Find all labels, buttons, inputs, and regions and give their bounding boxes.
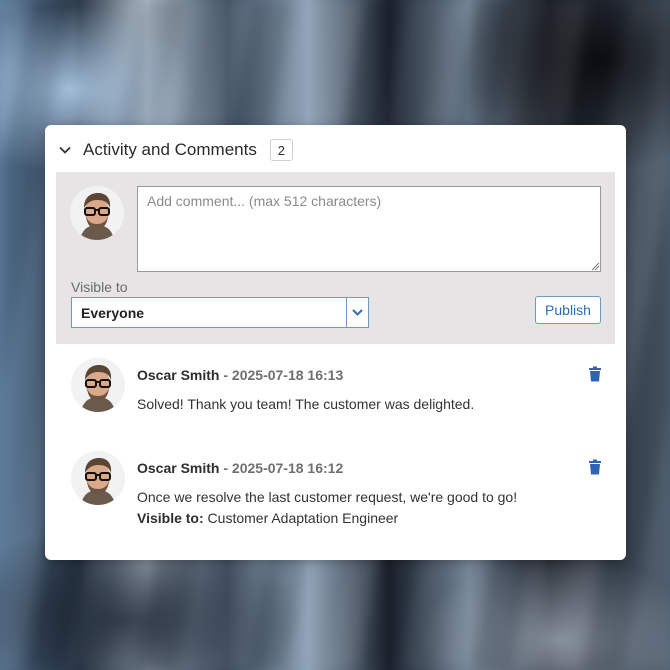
trash-icon[interactable] (588, 459, 602, 475)
comment-date: - 2025-07-18 16:12 (219, 460, 344, 476)
comment-visibility-label: Visible to: (137, 510, 204, 526)
avatar (70, 186, 124, 240)
comment-date: - 2025-07-18 16:13 (219, 367, 344, 383)
comment-meta: Oscar Smith - 2025-07-18 16:12 (137, 460, 343, 476)
comment-author: Oscar Smith (137, 367, 220, 383)
visibility-select[interactable]: Everyone (71, 297, 369, 328)
avatar (71, 358, 125, 412)
comment-meta: Oscar Smith - 2025-07-18 16:13 (137, 367, 343, 383)
comment-text: Once we resolve the last customer reques… (137, 489, 518, 505)
chevron-down-icon[interactable] (57, 142, 73, 158)
avatar-image (71, 451, 125, 505)
panel-header: Activity and Comments 2 (57, 137, 614, 163)
comment-author: Oscar Smith (137, 460, 220, 476)
comment-visibility-value: Customer Adaptation Engineer (203, 510, 399, 526)
panel-title: Activity and Comments (83, 140, 257, 159)
comment-text: Solved! Thank you team! The customer was… (137, 396, 475, 412)
chevron-down-icon (352, 309, 363, 316)
avatar (71, 451, 125, 505)
comment-count-badge: 2 (269, 139, 293, 161)
visibility-select-value[interactable]: Everyone (72, 298, 346, 327)
comment-visibility: Visible to: Customer Adaptation Engineer (137, 510, 398, 526)
visible-to-label: Visible to (71, 279, 128, 295)
avatar-image (70, 186, 124, 240)
trash-icon[interactable] (588, 366, 602, 382)
publish-button[interactable]: Publish (535, 296, 601, 324)
dropdown-button[interactable] (346, 298, 368, 327)
activity-panel: Activity and Comments 2 Visible to Every… (45, 125, 626, 560)
comment-composer: Visible to Everyone Publish (56, 172, 615, 344)
comment-input[interactable] (137, 186, 601, 272)
avatar-image (71, 358, 125, 412)
